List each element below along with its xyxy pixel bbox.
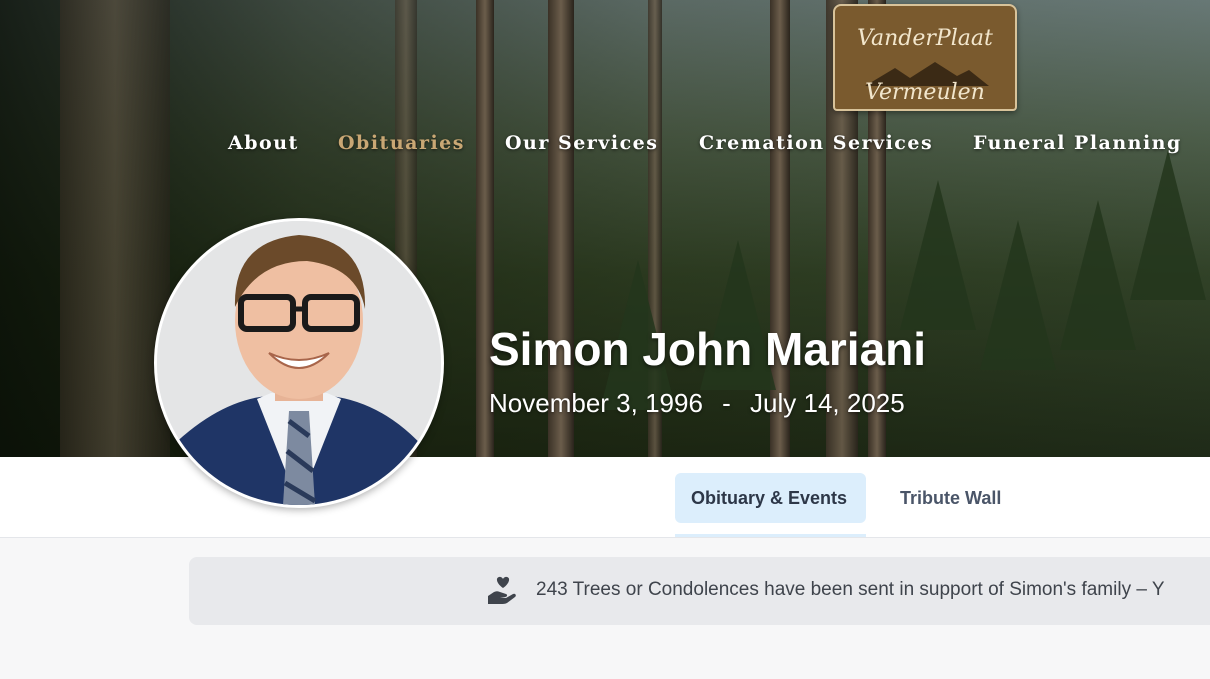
hand-heart-icon bbox=[488, 576, 516, 604]
tree-trunk bbox=[60, 0, 170, 457]
nav-our-services[interactable]: Our Services bbox=[505, 132, 658, 154]
deceased-name: Simon John Mariani bbox=[489, 323, 927, 375]
active-tab-indicator bbox=[675, 534, 866, 537]
tab-obituary-events[interactable]: Obituary & Events bbox=[675, 473, 866, 523]
life-dates: November 3, 1996 - July 14, 2025 bbox=[489, 388, 905, 419]
pine-tree bbox=[1130, 150, 1206, 300]
portrait-image bbox=[157, 221, 441, 505]
pine-tree bbox=[900, 180, 976, 330]
nav-obituaries[interactable]: Obituaries bbox=[338, 132, 465, 154]
pine-tree bbox=[1060, 200, 1136, 350]
birth-date: November 3, 1996 bbox=[489, 388, 703, 418]
profile-photo bbox=[154, 218, 444, 508]
logo-line-2: Vermeulen bbox=[865, 80, 985, 105]
main-nav: About Obituaries Our Services Cremation … bbox=[0, 132, 1210, 162]
nav-cremation-services[interactable]: Cremation Services bbox=[699, 132, 933, 154]
nav-about[interactable]: About bbox=[228, 132, 299, 154]
condolence-banner[interactable]: 243 Trees or Condolences have been sent … bbox=[189, 557, 1210, 625]
logo-line-1: VanderPlaat bbox=[857, 26, 993, 51]
tab-tribute-wall[interactable]: Tribute Wall bbox=[884, 473, 1017, 523]
nav-funeral-planning[interactable]: Funeral Planning bbox=[973, 132, 1182, 154]
page-background bbox=[0, 625, 1210, 679]
company-logo[interactable]: VanderPlaat Vermeulen bbox=[833, 4, 1017, 111]
date-separator: - bbox=[722, 388, 731, 418]
obituary-tabs: Obituary & Events Tribute Wall bbox=[0, 457, 1210, 538]
death-date: July 14, 2025 bbox=[750, 388, 905, 418]
pine-tree bbox=[980, 220, 1056, 370]
condolence-count-text: 243 Trees or Condolences have been sent … bbox=[536, 579, 1165, 600]
